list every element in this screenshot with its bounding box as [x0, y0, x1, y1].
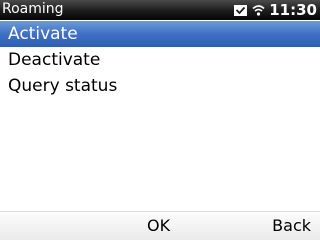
status-bar: Roaming 11:30 — [0, 0, 320, 20]
back-softkey[interactable]: Back — [272, 216, 311, 236]
menu-item-activate[interactable]: Activate — [0, 21, 320, 47]
menu-list: Activate Deactivate Query status — [0, 21, 320, 99]
menu-item-query-status[interactable]: Query status — [0, 73, 320, 99]
wifi-icon — [252, 5, 265, 16]
softkey-bar: OK Back — [0, 211, 320, 240]
app-title: Roaming — [2, 1, 64, 17]
clock: 11:30 — [269, 1, 317, 19]
status-icons: 11:30 — [234, 0, 317, 20]
ok-softkey[interactable]: OK — [147, 216, 170, 236]
menu-item-deactivate[interactable]: Deactivate — [0, 47, 320, 73]
notification-icon — [234, 4, 248, 16]
